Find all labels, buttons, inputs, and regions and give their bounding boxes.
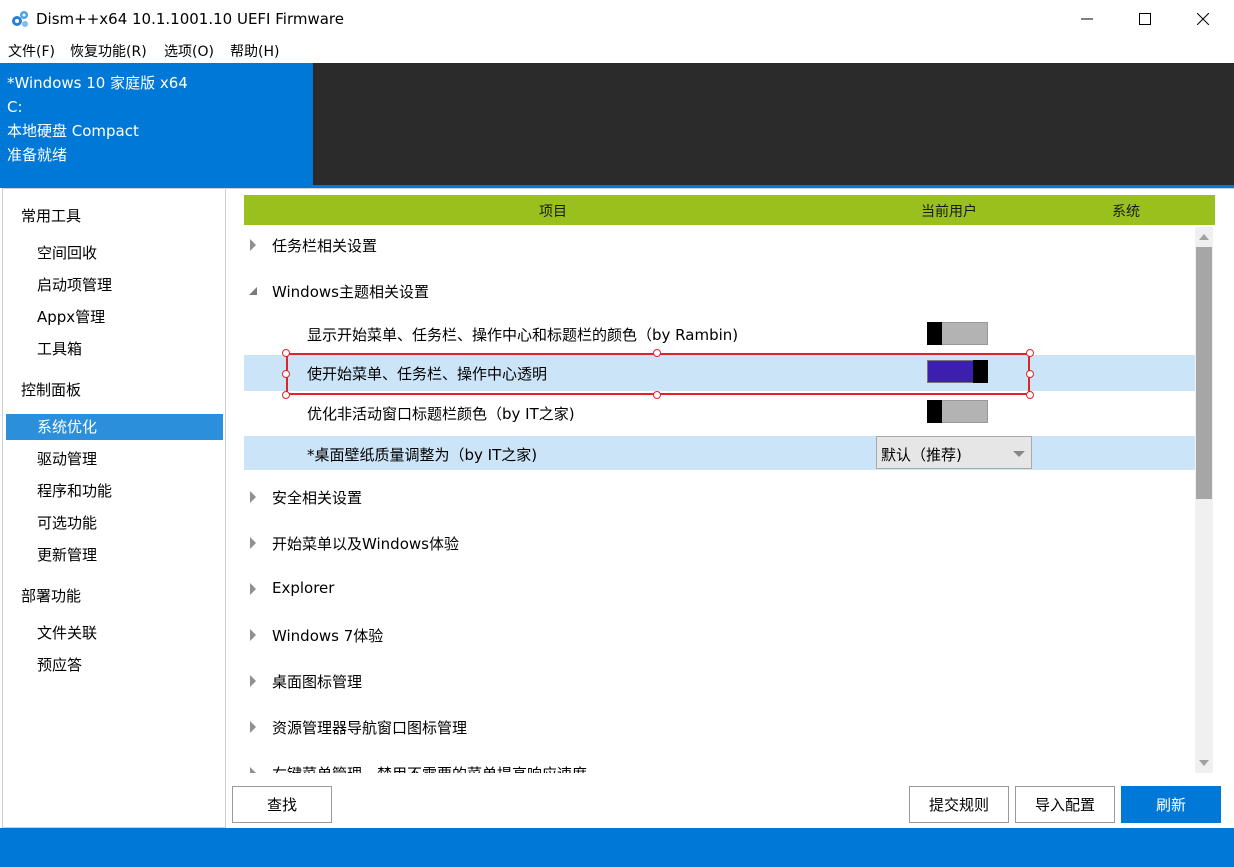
gear-cluster-icon [12, 11, 28, 27]
selection-handle [653, 391, 661, 399]
expand-icon [250, 767, 256, 773]
sidebar-item-answer-file[interactable]: 预应答 [6, 652, 223, 678]
menu-help[interactable]: 帮助(H) [230, 41, 279, 61]
status-bar [0, 828, 1234, 867]
group-explorer[interactable]: Explorer [244, 571, 1195, 607]
setting-row-inactive-titlebar[interactable]: 优化非活动窗口标题栏颜色（by IT之家) [244, 395, 1195, 431]
sidebar-item-startup[interactable]: 启动项管理 [6, 272, 223, 298]
column-system[interactable]: 系统 [1112, 201, 1140, 221]
row-label: 显示开始菜单、任务栏、操作中心和标题栏的颜色（by Rambin) [307, 326, 739, 344]
image-info-panel[interactable]: *Windows 10 家庭版 x64 C: 本地硬盘 Compact 准备就绪 [0, 63, 313, 185]
content-panel: 项目 当前用户 系统 任务栏相关设置 Windows主题相关设置 显示开始菜单、… [226, 188, 1234, 828]
selection-handle [653, 349, 661, 357]
sidebar-item-system-optimize[interactable]: 系统优化 [6, 414, 223, 440]
sidebar-group-common-tools: 常用工具 [21, 207, 82, 225]
row-label: 安全相关设置 [272, 489, 363, 507]
chevron-down-icon [1013, 451, 1025, 457]
expand-icon [250, 239, 256, 251]
row-label: 任务栏相关设置 [272, 237, 378, 255]
group-windows7[interactable]: Windows 7体验 [244, 617, 1195, 653]
sidebar-item-space-reclaim[interactable]: 空间回收 [6, 240, 223, 266]
window-title: Dism++x64 10.1.1001.10 UEFI Firmware [36, 10, 344, 28]
expand-icon [250, 675, 256, 687]
find-button[interactable]: 查找 [232, 786, 332, 823]
menu-options[interactable]: 选项(O) [164, 41, 214, 61]
scroll-down-icon[interactable] [1199, 760, 1209, 766]
sidebar: 常用工具 空间回收 启动项管理 Appx管理 工具箱 控制面板 系统优化 驱动管… [2, 188, 226, 828]
minimize-icon [1081, 18, 1093, 20]
selection-handle [1026, 391, 1034, 399]
vertical-scrollbar[interactable] [1195, 227, 1213, 773]
sidebar-item-optional-features[interactable]: 可选功能 [6, 510, 223, 536]
expand-icon [250, 721, 256, 733]
expand-icon [250, 629, 256, 641]
sidebar-item-updates[interactable]: 更新管理 [6, 542, 223, 568]
import-config-button[interactable]: 导入配置 [1015, 786, 1115, 823]
image-name: *Windows 10 家庭版 x64 [7, 74, 188, 92]
maximize-icon [1139, 13, 1151, 25]
selection-handle [282, 349, 290, 357]
column-item[interactable]: 项目 [539, 201, 567, 221]
row-label: 使开始菜单、任务栏、操作中心透明 [307, 365, 548, 383]
row-label: *桌面壁纸质量调整为（by IT之家) [307, 446, 538, 464]
menu-recovery[interactable]: 恢复功能(R) [70, 41, 147, 61]
setting-row-transparency[interactable]: 使开始菜单、任务栏、操作中心透明 [244, 355, 1195, 391]
row-label: 右键菜单管理 - 禁用不需要的菜单提高响应速度 [272, 763, 587, 773]
sidebar-item-programs[interactable]: 程序和功能 [6, 478, 223, 504]
image-disk: 本地硬盘 Compact [7, 122, 139, 140]
sidebar-group-deploy: 部署功能 [21, 587, 82, 605]
menu-bar: 文件(F) 恢复功能(R) 选项(O) 帮助(H) [0, 38, 1234, 63]
group-security[interactable]: 安全相关设置 [244, 479, 1195, 515]
image-status: 准备就绪 [7, 146, 68, 164]
toggle-transparency[interactable] [927, 360, 988, 383]
row-label: Explorer [272, 579, 335, 597]
setting-row-wallpaper-quality[interactable]: *桌面壁纸质量调整为（by IT之家) 默认（推荐) [244, 436, 1195, 470]
group-nav-pane-icons[interactable]: 资源管理器导航窗口图标管理 [244, 709, 1195, 745]
selection-handle [282, 391, 290, 399]
sidebar-item-file-assoc[interactable]: 文件关联 [6, 620, 223, 646]
sidebar-group-control-panel: 控制面板 [21, 381, 82, 399]
minimize-button[interactable] [1058, 0, 1116, 38]
wallpaper-quality-dropdown[interactable]: 默认（推荐) [876, 436, 1032, 469]
group-context-menu[interactable]: 右键菜单管理 - 禁用不需要的菜单提高响应速度 [244, 755, 1195, 773]
dropdown-value: 默认（推荐) [881, 446, 962, 464]
expand-icon [250, 491, 256, 503]
scroll-up-icon[interactable] [1199, 234, 1209, 240]
toggle-show-color[interactable] [927, 322, 988, 345]
sidebar-item-appx[interactable]: Appx管理 [6, 304, 223, 330]
maximize-button[interactable] [1116, 0, 1174, 38]
submit-rules-button[interactable]: 提交规则 [909, 786, 1009, 823]
setting-row-show-color[interactable]: 显示开始菜单、任务栏、操作中心和标题栏的颜色（by Rambin) [244, 316, 1195, 352]
row-label: 资源管理器导航窗口图标管理 [272, 719, 468, 737]
selection-handle [282, 370, 290, 378]
close-button[interactable] [1174, 0, 1232, 38]
row-label: 优化非活动窗口标题栏颜色（by IT之家) [307, 405, 575, 423]
row-label: Windows 7体验 [272, 627, 384, 645]
toggle-inactive-titlebar[interactable] [927, 400, 988, 423]
selection-handle [1026, 349, 1034, 357]
menu-file[interactable]: 文件(F) [8, 41, 55, 61]
image-drive: C: [7, 98, 23, 116]
row-label: Windows主题相关设置 [272, 283, 429, 301]
group-windows-theme[interactable]: Windows主题相关设置 [244, 273, 1195, 309]
group-taskbar[interactable]: 任务栏相关设置 [244, 227, 1195, 263]
sidebar-item-drivers[interactable]: 驱动管理 [6, 446, 223, 472]
group-start-menu[interactable]: 开始菜单以及Windows体验 [244, 525, 1195, 561]
selection-handle [1026, 370, 1034, 378]
group-desktop-icons[interactable]: 桌面图标管理 [244, 663, 1195, 699]
row-label: 桌面图标管理 [272, 673, 363, 691]
row-label: 开始菜单以及Windows体验 [272, 535, 459, 553]
expand-icon [250, 583, 256, 595]
title-bar: Dism++x64 10.1.1001.10 UEFI Firmware [0, 0, 1234, 38]
settings-list: 任务栏相关设置 Windows主题相关设置 显示开始菜单、任务栏、操作中心和标题… [244, 227, 1195, 773]
refresh-button[interactable]: 刷新 [1121, 786, 1221, 823]
sidebar-item-toolbox[interactable]: 工具箱 [6, 336, 223, 362]
close-icon [1197, 13, 1209, 25]
column-header: 项目 当前用户 系统 [244, 195, 1215, 225]
scrollbar-thumb[interactable] [1196, 247, 1212, 499]
image-list-area [313, 63, 1234, 185]
collapse-icon [249, 287, 257, 295]
expand-icon [250, 537, 256, 549]
column-current-user[interactable]: 当前用户 [921, 201, 977, 221]
